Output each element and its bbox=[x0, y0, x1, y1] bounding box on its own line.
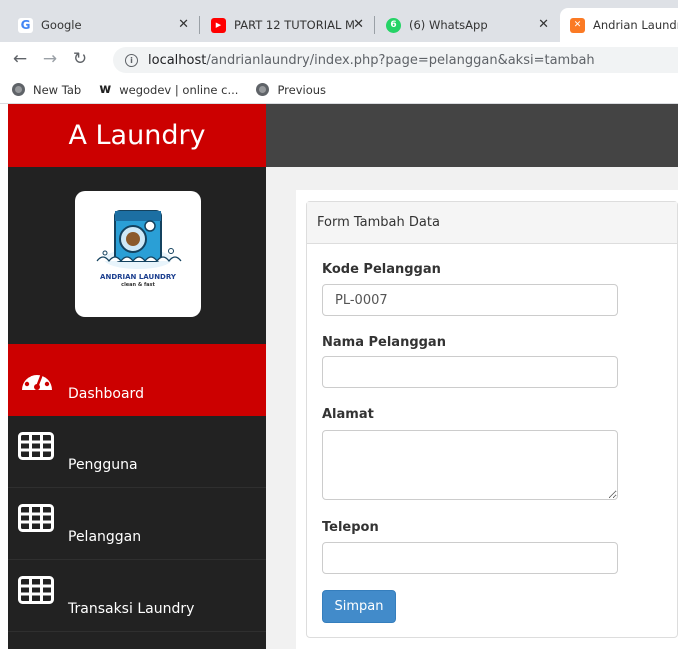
address-bar: ← → ↻ i localhost/andrianlaundry/index.p… bbox=[0, 42, 678, 76]
sidebar-item-label: Transaksi Laundry bbox=[68, 601, 195, 617]
kode-pelanggan-label: Kode Pelanggan bbox=[322, 262, 441, 277]
bookmark-previous[interactable]: Previous bbox=[256, 83, 326, 97]
sidebar-item-pengguna[interactable]: Pengguna bbox=[8, 416, 266, 488]
sidebar: A Laundry ANDRIAN LAUNDRY clean & fast D… bbox=[8, 104, 266, 649]
sidebar-item-transaksi-laundry[interactable]: Transaksi Laundry bbox=[8, 560, 266, 632]
url-input[interactable]: i localhost/andrianlaundry/index.php?pag… bbox=[113, 47, 678, 73]
telepon-input[interactable] bbox=[322, 542, 618, 574]
bookmark-label: wegodev | online c... bbox=[119, 82, 239, 97]
nama-pelanggan-input[interactable] bbox=[322, 356, 618, 388]
sidebar-item-dashboard[interactable]: Dashboard bbox=[8, 344, 266, 416]
bookmark-wegodev[interactable]: w wegodev | online c... bbox=[99, 82, 238, 97]
bookmark-label: Previous bbox=[277, 82, 327, 97]
table-grid-icon bbox=[18, 432, 54, 460]
globe-icon bbox=[12, 83, 25, 96]
close-icon[interactable]: ✕ bbox=[538, 17, 549, 32]
url-host: localhost bbox=[148, 52, 207, 68]
bookmark-new-tab[interactable]: New Tab bbox=[12, 83, 81, 97]
close-icon[interactable]: ✕ bbox=[178, 17, 189, 32]
forward-arrow-icon[interactable]: → bbox=[40, 49, 60, 69]
top-navbar bbox=[266, 104, 678, 167]
dashboard-gauge-icon bbox=[22, 368, 52, 390]
form-title: Form Tambah Data bbox=[307, 202, 677, 244]
whatsapp-icon: 6 bbox=[386, 17, 401, 33]
alamat-textarea[interactable] bbox=[322, 430, 618, 500]
tab-title: Google bbox=[41, 18, 82, 32]
sidebar-item-pelanggan[interactable]: Pelanggan bbox=[8, 488, 266, 560]
kode-pelanggan-input[interactable] bbox=[322, 284, 618, 316]
reload-icon[interactable]: ↻ bbox=[70, 49, 90, 69]
alamat-label: Alamat bbox=[322, 407, 374, 422]
nama-pelanggan-label: Nama Pelanggan bbox=[322, 335, 446, 350]
sidebar-item-label: Pengguna bbox=[68, 457, 138, 473]
tab-google[interactable]: G Google ✕ bbox=[8, 8, 198, 42]
telepon-label: Telepon bbox=[322, 520, 379, 535]
tab-separator bbox=[374, 16, 375, 34]
brand-title[interactable]: A Laundry bbox=[8, 104, 266, 167]
tab-whatsapp[interactable]: 6 (6) WhatsApp ✕ bbox=[376, 8, 558, 42]
bookmark-label: New Tab bbox=[33, 82, 82, 97]
tab-title: Andrian Laundry bbox=[593, 18, 678, 32]
simpan-button[interactable]: Simpan bbox=[322, 590, 396, 623]
logo-tagline: clean & fast bbox=[121, 282, 155, 288]
close-icon[interactable]: ✕ bbox=[353, 17, 364, 32]
bookmarks-bar: New Tab w wegodev | online c... Previous bbox=[0, 76, 678, 104]
table-grid-icon bbox=[18, 504, 54, 532]
back-arrow-icon[interactable]: ← bbox=[10, 49, 30, 69]
tab-title: PART 12 TUTORIAL ME bbox=[234, 18, 354, 32]
url-path: /andrianlaundry/index.php?page=pelanggan… bbox=[206, 52, 595, 68]
laundry-logo: ANDRIAN LAUNDRY clean & fast bbox=[75, 191, 201, 317]
globe-icon bbox=[256, 83, 270, 96]
sidebar-item-label: Dashboard bbox=[68, 386, 144, 402]
sidebar-item-label: Pelanggan bbox=[68, 529, 142, 545]
wegodev-logo-icon: w bbox=[99, 82, 112, 97]
tab-youtube[interactable]: ▶ PART 12 TUTORIAL ME ✕ bbox=[201, 8, 373, 42]
info-icon[interactable]: i bbox=[125, 53, 138, 67]
tab-andrian-laundry[interactable]: ✕ Andrian Laundry bbox=[560, 8, 678, 42]
table-grid-icon bbox=[18, 576, 54, 604]
youtube-icon: ▶ bbox=[211, 17, 226, 33]
xampp-icon: ✕ bbox=[570, 17, 585, 33]
tab-title: (6) WhatsApp bbox=[409, 18, 488, 32]
logo-text: ANDRIAN LAUNDRY bbox=[100, 273, 176, 281]
browser-tab-bar: G Google ✕ ▶ PART 12 TUTORIAL ME ✕ 6 (6)… bbox=[0, 0, 678, 42]
tab-separator bbox=[199, 16, 200, 34]
washing-machine-logo-icon bbox=[96, 210, 182, 269]
google-icon: G bbox=[18, 17, 33, 33]
